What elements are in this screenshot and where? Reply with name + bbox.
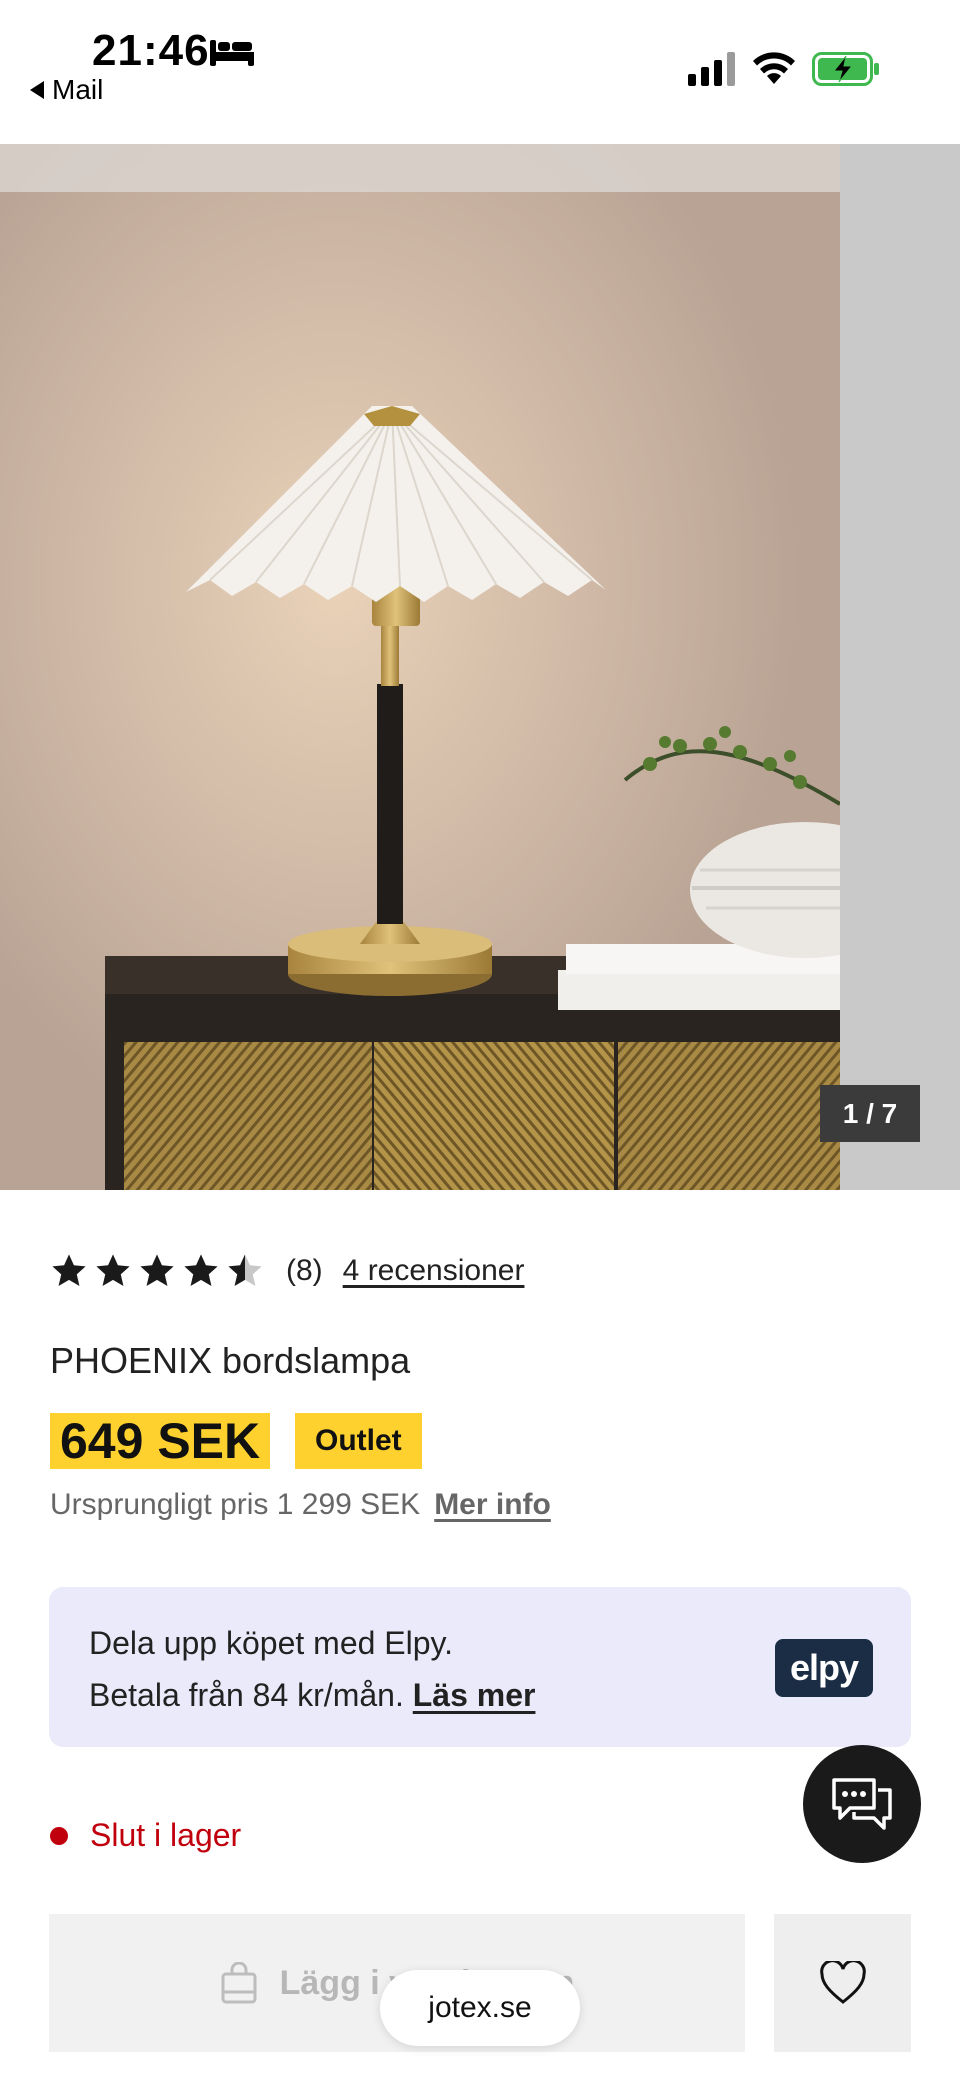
elpy-text: Dela upp köpet med Elpy. Betala från 84 … — [89, 1617, 535, 1721]
elpy-line-1: Dela upp köpet med Elpy. — [89, 1625, 454, 1661]
chat-bubbles-icon — [832, 1778, 892, 1830]
original-price: Ursprungligt pris 1 299 SEK — [50, 1488, 421, 1521]
back-to-mail[interactable]: Mail — [30, 74, 103, 106]
outlet-badge: Outlet — [295, 1413, 422, 1469]
star-icon — [184, 1254, 218, 1287]
product-image-gallery[interactable]: 1 / 7 — [0, 144, 960, 1190]
rating-row: (8) 4 recensioner — [50, 1252, 524, 1290]
status-bar: 21:46 Mail — [0, 0, 960, 144]
wifi-icon — [753, 52, 795, 84]
browser-url-pill[interactable]: jotex.se — [380, 1970, 580, 2046]
next-image-peek[interactable] — [840, 144, 960, 1190]
image-counter: 1 / 7 — [820, 1085, 920, 1142]
elpy-line-2: Betala från 84 kr/mån. Läs mer — [89, 1669, 535, 1721]
read-more-link[interactable]: Läs mer — [413, 1677, 536, 1713]
clock: 21:46 — [92, 26, 210, 75]
elpy-monthly-price: Betala från 84 kr/mån. — [89, 1677, 404, 1713]
chat-button[interactable] — [803, 1745, 921, 1863]
shopping-bag-icon — [221, 1962, 257, 2004]
original-price-row: Ursprungligt pris 1 299 SEK Mer info — [50, 1488, 551, 1522]
product-photo-table-lamp[interactable] — [0, 144, 840, 1190]
back-label: Mail — [52, 74, 104, 105]
star-icon — [52, 1254, 86, 1287]
reviews-link[interactable]: 4 recensioner — [343, 1254, 525, 1288]
product-price: 649 SEK — [50, 1413, 271, 1469]
elpy-logo: elpy — [775, 1639, 873, 1697]
stock-status: Slut i lager — [50, 1817, 241, 1854]
battery-charging-icon — [812, 52, 879, 86]
rating-count: (8) — [286, 1254, 323, 1287]
back-arrow-icon — [30, 80, 44, 99]
half-star-icon — [228, 1254, 262, 1287]
stock-status-text: Slut i lager — [90, 1817, 242, 1853]
product-title: PHOENIX bordslampa — [50, 1340, 411, 1381]
favorite-button[interactable] — [774, 1914, 911, 2052]
out-of-stock-dot-icon — [50, 1826, 68, 1845]
star-icon — [96, 1254, 130, 1287]
star-icon — [140, 1254, 174, 1287]
cellular-signal-icon — [688, 52, 735, 86]
elpy-financing-banner: Dela upp köpet med Elpy. Betala från 84 … — [49, 1587, 911, 1747]
more-info-link[interactable]: Mer info — [434, 1488, 551, 1521]
bed-icon — [210, 40, 254, 66]
heart-icon — [819, 1961, 866, 2004]
star-rating — [50, 1252, 264, 1290]
